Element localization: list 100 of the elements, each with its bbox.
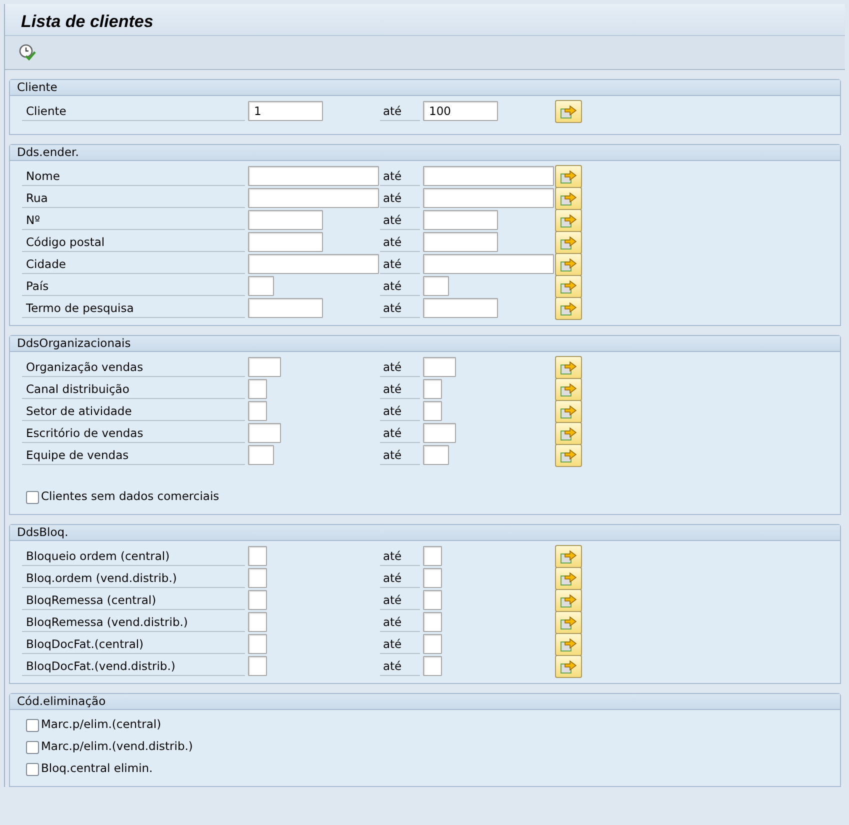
multiple-selection-button[interactable] (555, 186, 582, 210)
multiple-selection-button[interactable] (555, 252, 582, 276)
group-title: Dds.ender. (10, 145, 840, 161)
arrow-icon (560, 234, 577, 250)
input-field[interactable] (248, 401, 267, 421)
range-label: até (380, 546, 420, 566)
multiple-selection-button[interactable] (555, 164, 582, 188)
arrow-icon (560, 104, 577, 118)
multiple-selection-button[interactable] (555, 230, 582, 254)
range-label: até (380, 424, 420, 442)
input-field[interactable] (248, 612, 267, 632)
input-field[interactable] (423, 232, 498, 252)
input-field[interactable] (423, 276, 449, 296)
range-label: até (380, 634, 420, 654)
input-field[interactable]: 1 (248, 101, 323, 121)
input-field[interactable] (248, 357, 281, 377)
range-label: até (380, 358, 420, 376)
field-label: Equipe de vendas (22, 446, 245, 464)
input-field[interactable] (248, 546, 267, 566)
arrow-icon (560, 382, 577, 396)
arrow-icon (560, 592, 577, 608)
multiple-selection-button[interactable] (555, 274, 582, 298)
multiple-selection-button[interactable] (555, 444, 582, 466)
multiple-selection-button[interactable] (555, 632, 582, 656)
input-field[interactable] (248, 590, 267, 610)
input-field[interactable] (248, 656, 267, 676)
checkbox[interactable] (26, 490, 39, 504)
input-field[interactable] (423, 166, 554, 186)
multiple-selection-button[interactable] (555, 100, 582, 122)
input-field[interactable] (423, 379, 442, 399)
multiple-selection-button[interactable] (555, 610, 582, 634)
range-label: até (380, 254, 420, 274)
range-label: até (380, 166, 420, 186)
input-field[interactable] (423, 188, 554, 208)
checkbox-row[interactable]: Bloq.central elimin. (22, 758, 840, 780)
multiple-selection-button[interactable] (555, 422, 582, 444)
field-label: Canal distribuição (22, 380, 245, 398)
window-title: Lista de clientes (21, 12, 154, 31)
arrow-icon (560, 448, 577, 462)
multiple-selection-button[interactable] (555, 566, 582, 590)
arrow-icon (560, 168, 577, 184)
multiple-selection-button[interactable] (555, 544, 582, 568)
arrow-icon (560, 256, 577, 272)
range-label: até (380, 276, 420, 296)
range-label: até (380, 102, 420, 120)
arrow-icon (560, 426, 577, 440)
execute-button[interactable] (17, 42, 37, 62)
checkbox-row[interactable]: Marc.p/elim.(vend.distrib.) (22, 736, 840, 758)
range-label: até (380, 590, 420, 610)
checkbox-row[interactable]: Marc.p/elim.(central) (22, 714, 840, 736)
field-label: Rua (22, 188, 245, 208)
group-title: Cliente (10, 80, 840, 96)
multiple-selection-button[interactable] (555, 654, 582, 678)
input-field[interactable] (423, 656, 442, 676)
input-field[interactable] (248, 379, 267, 399)
input-field[interactable] (423, 634, 442, 654)
multiple-selection-button[interactable] (555, 400, 582, 422)
input-field[interactable] (248, 423, 281, 443)
input-field[interactable] (423, 298, 498, 318)
checkbox[interactable] (26, 740, 39, 754)
field-label: BloqDocFat.(central) (22, 634, 245, 654)
multiple-selection-button[interactable] (555, 378, 582, 400)
input-field[interactable] (248, 254, 379, 274)
checkbox-row[interactable]: Clientes sem dados comerciais (22, 486, 840, 508)
input-field[interactable] (248, 232, 323, 252)
multiple-selection-button[interactable] (555, 588, 582, 612)
input-field[interactable] (248, 188, 379, 208)
input-field[interactable] (248, 276, 274, 296)
arrow-icon (560, 300, 577, 316)
input-field[interactable] (248, 634, 267, 654)
range-label: até (380, 380, 420, 398)
checkbox[interactable] (26, 718, 39, 732)
input-field[interactable] (423, 254, 554, 274)
range-label: até (380, 402, 420, 420)
multiple-selection-button[interactable] (555, 208, 582, 232)
input-field[interactable] (423, 568, 442, 588)
input-field[interactable] (423, 210, 498, 230)
input-field[interactable] (423, 401, 442, 421)
input-field[interactable] (248, 445, 274, 465)
range-label: até (380, 188, 420, 208)
input-field[interactable] (423, 423, 456, 443)
input-field[interactable] (423, 445, 449, 465)
field-label: Cidade (22, 254, 245, 274)
input-field[interactable] (423, 546, 442, 566)
input-field[interactable] (248, 568, 267, 588)
multiple-selection-button[interactable] (555, 296, 582, 320)
field-label: BloqDocFat.(vend.distrib.) (22, 656, 245, 676)
input-field[interactable] (423, 357, 456, 377)
input-field[interactable] (423, 612, 442, 632)
arrow-icon (560, 212, 577, 228)
field-label: BloqRemessa (central) (22, 590, 245, 610)
input-field[interactable]: 100 (423, 101, 498, 121)
field-label: Cliente (22, 102, 245, 120)
range-label: até (380, 446, 420, 464)
checkbox[interactable] (26, 762, 39, 776)
input-field[interactable] (423, 590, 442, 610)
multiple-selection-button[interactable] (555, 356, 582, 378)
input-field[interactable] (248, 166, 379, 186)
input-field[interactable] (248, 210, 323, 230)
input-field[interactable] (248, 298, 323, 318)
